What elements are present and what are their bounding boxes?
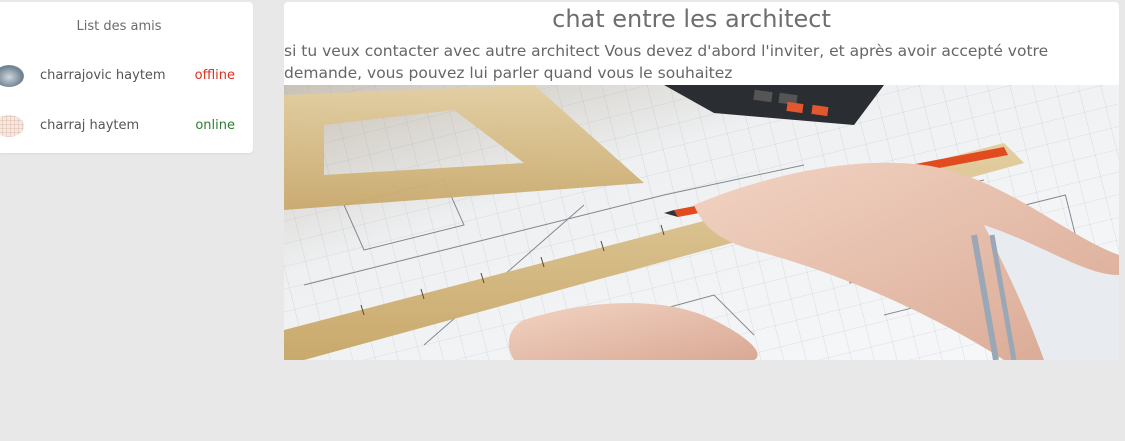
avatar [0,115,24,137]
main-content-panel: chat entre les architect si tu veux cont… [284,2,1119,360]
page-title: chat entre les architect [552,5,831,33]
avatar [0,65,24,87]
status-badge: offline [194,68,235,83]
friend-item-charrajovic-haytem[interactable]: charrajovic haytem offline [0,62,253,90]
friend-item-charraj-haytem[interactable]: charraj haytem online [0,112,253,140]
friend-name: charrajovic haytem [40,68,166,83]
status-badge: online [195,118,235,133]
friends-list-title: List des amis [76,19,162,34]
architect-drawing-image [284,85,1119,360]
page-description: si tu veux contacter avec autre architec… [284,42,1049,82]
friend-name: charraj haytem [40,118,140,133]
friends-list-panel: List des amis charrajovic haytem offline… [0,2,253,153]
